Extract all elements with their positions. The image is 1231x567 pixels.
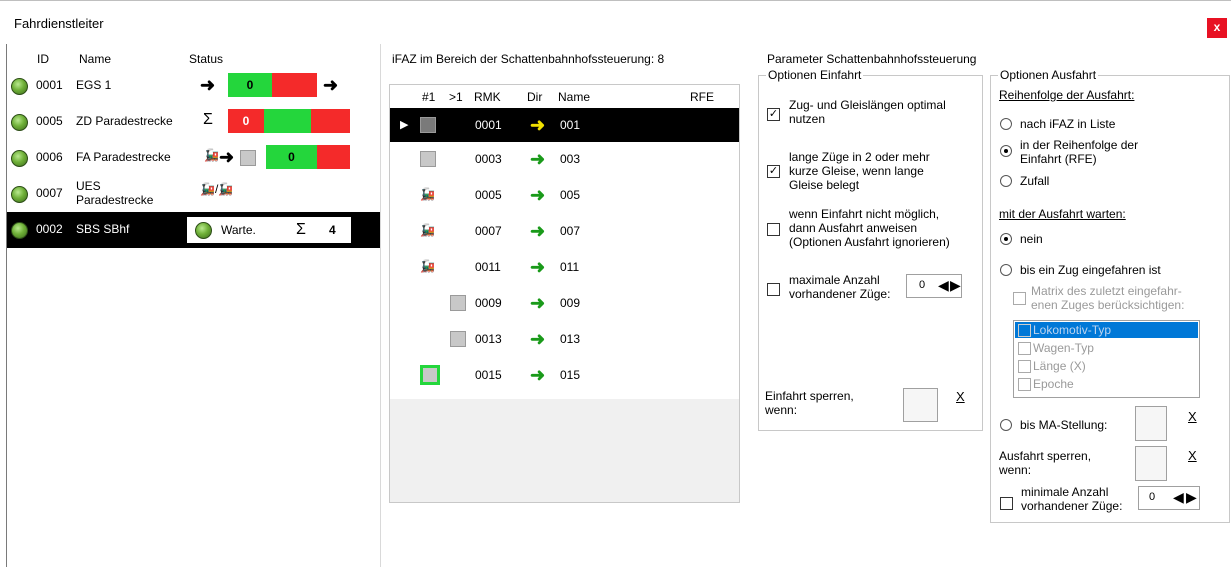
radio-zufall[interactable] (1000, 175, 1012, 187)
radio-nach-ifaz[interactable] (1000, 118, 1012, 130)
group-einfahrt (758, 75, 983, 431)
checkbox-epoche[interactable] (1018, 378, 1031, 391)
checkbox-optimal[interactable]: ✓ (767, 108, 780, 121)
empty-track-icon (420, 151, 436, 167)
title-bar (0, 0, 1231, 45)
checkbox-matrix[interactable] (1013, 292, 1026, 305)
min-anzahl-stepper[interactable]: 0 ◀ ▶ (1138, 486, 1200, 510)
table-row[interactable]: 0003 ➜ 003 (390, 142, 739, 176)
radio-reihenfolge-rfe[interactable] (1000, 145, 1012, 157)
checkbox-ausfahrt-anweisen[interactable] (767, 223, 780, 236)
max-anzahl-stepper[interactable]: 0 ◀ ▶ (906, 274, 962, 298)
arrow-right-icon: ➜ (323, 75, 339, 95)
arrow-left-icon[interactable]: ◀ (1173, 489, 1184, 506)
list-item[interactable]: 0005 ZD Paradestrecke Σ 0 (7, 104, 380, 140)
arrow-right-icon: ➜ (219, 147, 235, 167)
arrow-right-icon: ➜ (530, 329, 546, 349)
radio-ma-stellung[interactable] (1000, 419, 1012, 431)
header-id: ID (37, 52, 49, 66)
empty-track-icon (450, 331, 466, 347)
table-row[interactable]: 0009 ➜ 009 (390, 286, 739, 320)
status-led-icon (11, 78, 28, 95)
train-icon (420, 117, 436, 133)
table-row[interactable]: 🚂 0007 ➜ 007 (390, 214, 739, 248)
sigma-icon: Σ (203, 111, 213, 128)
list-item[interactable]: 0007 UES Paradestrecke 🚂/🚂 (7, 176, 380, 212)
shunting-icon: 🚂/🚂 (200, 182, 234, 196)
ifaz-caption: iFAZ im Bereich der Schattenbahnhofssteu… (392, 52, 665, 66)
ausfahrt-sperren-slot[interactable] (1135, 446, 1167, 481)
wait-status-box: Warte. Σ 4 (187, 217, 351, 243)
status-led-icon (195, 222, 212, 239)
table-row[interactable]: 0015 ➜ 015 (390, 358, 739, 392)
checkbox-lok-typ[interactable] (1018, 324, 1031, 337)
sigma-icon: Σ (296, 221, 306, 238)
arrow-right-icon[interactable]: ▶ (950, 277, 961, 294)
table-row[interactable]: 🚂 0011 ➜ 011 (390, 250, 739, 284)
arrow-right-icon[interactable]: ▶ (1186, 489, 1197, 506)
header-name: Name (79, 52, 112, 66)
window-title: Fahrdienstleiter (14, 16, 104, 31)
clear-ma-button[interactable]: X (1188, 409, 1197, 424)
clear-ausfahrt-button[interactable]: X (1188, 448, 1197, 463)
checkbox-min-anzahl[interactable] (1000, 497, 1013, 510)
radio-nein[interactable] (1000, 233, 1012, 245)
checkbox-wagen-typ[interactable] (1018, 342, 1031, 355)
empty-track-icon (420, 365, 440, 385)
checkbox-laenge[interactable] (1018, 360, 1031, 373)
train-icon: 🚂 (420, 223, 435, 237)
arrow-right-icon: ➜ (530, 185, 546, 205)
checkbox-lange-zuege[interactable]: ✓ (767, 165, 780, 178)
arrow-right-icon: ➜ (530, 257, 546, 277)
close-button[interactable]: x (1207, 18, 1227, 38)
arrow-right-icon: ➜ (530, 221, 546, 241)
arrow-left-icon[interactable]: ◀ (938, 277, 949, 294)
table-row[interactable]: 0013 ➜ 013 (390, 322, 739, 356)
matrix-list[interactable]: Lokomotiv-Typ Wagen-Typ Länge (X) Epoche (1013, 320, 1200, 398)
table-row[interactable]: 🚂 0005 ➜ 005 (390, 178, 739, 212)
status-led-icon (11, 150, 28, 167)
table-row-selected[interactable]: ▶ 0001 ➜ 001 (390, 108, 739, 142)
row-pointer-icon: ▶ (400, 119, 409, 131)
status-led-icon (11, 222, 28, 239)
track-square-icon (240, 150, 256, 166)
radio-zug-eingefahren[interactable] (1000, 264, 1012, 276)
params-caption: Parameter Schattenbahnhofssteuerung (767, 52, 977, 66)
checkbox-max-anzahl[interactable] (767, 283, 780, 296)
clear-einfahrt-button[interactable]: X (956, 389, 965, 404)
arrow-right-icon: ➜ (530, 365, 546, 385)
list-item-selected[interactable]: 0002 SBS SBhf Warte. Σ 4 (7, 212, 380, 248)
status-led-icon (11, 114, 28, 131)
arrow-right-icon: ➜ (530, 293, 546, 313)
arrow-right-icon: ➜ (200, 75, 216, 95)
list-item[interactable]: 0001 EGS 1 ➜ 0 ➜ (7, 68, 380, 104)
ma-stellung-slot[interactable] (1135, 406, 1167, 441)
list-item[interactable]: 0006 FA Paradestrecke 🚂 ➜ 0 (7, 140, 380, 176)
status-led-icon (11, 186, 28, 203)
header-status: Status (189, 52, 224, 66)
arrow-right-icon: ➜ (530, 149, 546, 169)
arrow-right-icon: ➜ (530, 115, 546, 135)
einfahrt-sperren-slot[interactable] (903, 388, 938, 422)
locomotive-icon: 🚂 (204, 148, 219, 162)
train-icon: 🚂 (420, 187, 435, 201)
train-icon: 🚂 (420, 259, 435, 273)
empty-track-icon (450, 295, 466, 311)
